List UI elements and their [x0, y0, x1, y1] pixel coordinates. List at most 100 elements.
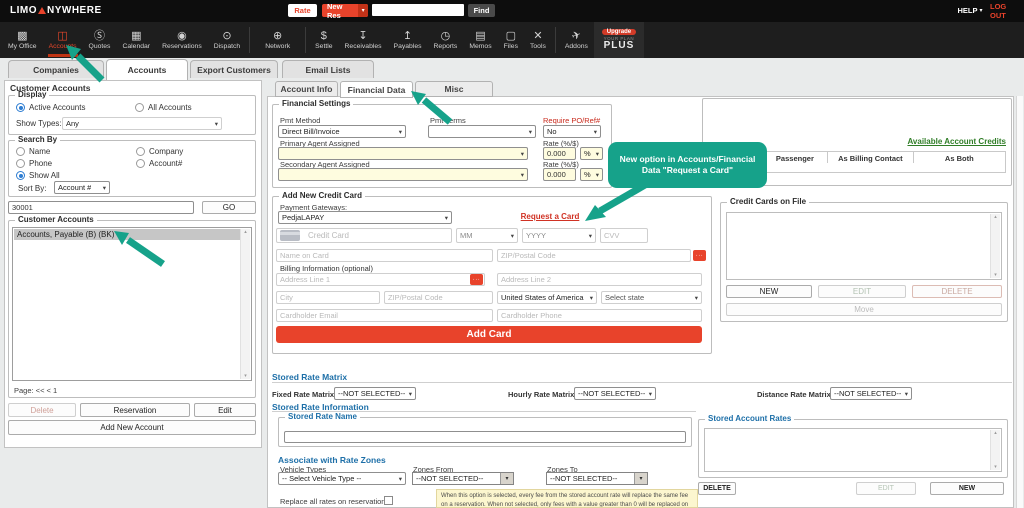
- help-menu[interactable]: HELP: [956, 4, 984, 17]
- pmt-method-select[interactable]: Direct Bill/Invoice: [278, 125, 406, 138]
- primary-rate-unit-select[interactable]: %: [580, 147, 603, 160]
- go-button[interactable]: GO: [202, 201, 256, 214]
- tab-companies[interactable]: Companies: [8, 60, 104, 78]
- scrollbar-down-icon[interactable]: ▾: [994, 464, 997, 470]
- nav-item-quotes[interactable]: ⓈQuotes: [83, 22, 117, 58]
- replace-rates-checkbox[interactable]: [384, 496, 393, 505]
- stored-rate-edit-button[interactable]: EDIT: [856, 482, 916, 495]
- accounts-list-scrollbar[interactable]: ▴▾: [240, 229, 250, 379]
- reservation-button[interactable]: Reservation: [80, 403, 190, 417]
- nav-item-calendar[interactable]: ▦Calendar: [116, 22, 156, 58]
- fixed-rate-matrix-select[interactable]: --NOT SELECTED--: [334, 387, 416, 400]
- logout-link[interactable]: LOG OUT: [990, 4, 1022, 17]
- nav-item-dispatch[interactable]: ⊙Dispatch: [208, 22, 246, 58]
- card-delete-button[interactable]: DELETE: [912, 285, 1002, 298]
- hourly-rate-matrix-select[interactable]: --NOT SELECTED--: [574, 387, 656, 400]
- nav-item-files[interactable]: ▢Files: [498, 22, 524, 58]
- cards-on-file-listbox[interactable]: ▴▾: [726, 212, 1002, 280]
- stored-rates-listbox[interactable]: ▴▾: [704, 428, 1002, 472]
- active-accounts-radio[interactable]: [16, 103, 25, 112]
- vehicle-type-select[interactable]: -- Select Vehicle Type --: [278, 472, 406, 485]
- account-search-input[interactable]: [8, 201, 194, 214]
- cvv-input[interactable]: [600, 228, 648, 243]
- payment-gateway-select[interactable]: PedjaLAPAY: [278, 211, 452, 224]
- tab-email-lists[interactable]: Email Lists: [282, 60, 374, 78]
- nav-item-reports[interactable]: ◷Reports: [428, 22, 464, 58]
- nav-item-tools[interactable]: ✕Tools: [524, 22, 552, 58]
- scrollbar-up-icon[interactable]: ▴: [994, 214, 997, 220]
- nav-item-addons[interactable]: ✈Addons: [559, 22, 594, 58]
- nav-item-receivables[interactable]: ↧Receivables: [339, 22, 388, 58]
- cards-list-scrollbar[interactable]: ▴▾: [990, 214, 1000, 278]
- find-button[interactable]: Find: [468, 4, 495, 17]
- zones-from-select[interactable]: --NOT SELECTED--: [412, 472, 514, 485]
- secondary-rate-input[interactable]: [543, 168, 576, 181]
- show-types-select[interactable]: Any: [62, 117, 222, 130]
- scrollbar-down-icon[interactable]: ▾: [244, 373, 247, 379]
- card-move-button[interactable]: Move: [726, 303, 1002, 316]
- search-company-radio[interactable]: [136, 147, 145, 156]
- require-po-select[interactable]: No: [543, 125, 601, 138]
- request-a-card-link[interactable]: Request a Card: [495, 212, 605, 221]
- stored-rate-new-button[interactable]: NEW: [930, 482, 1004, 495]
- billing-zip-input[interactable]: [384, 291, 493, 304]
- primary-rate-input[interactable]: [543, 147, 576, 160]
- pager[interactable]: Page: << < 1: [14, 386, 57, 395]
- expiry-year-select[interactable]: YYYY: [522, 228, 596, 243]
- new-res-button[interactable]: New Res: [322, 4, 368, 17]
- add-card-button[interactable]: Add Card: [276, 326, 702, 343]
- city-input[interactable]: [276, 291, 380, 304]
- zip-postal-input[interactable]: [497, 249, 691, 262]
- secondary-agent-select[interactable]: [278, 168, 528, 181]
- zones-to-select[interactable]: --NOT SELECTED--: [546, 472, 648, 485]
- scrollbar-up-icon[interactable]: ▴: [244, 229, 247, 235]
- card-edit-button[interactable]: EDIT: [818, 285, 906, 298]
- tab-misc[interactable]: Misc: [415, 81, 493, 97]
- distance-rate-matrix-select[interactable]: --NOT SELECTED--: [830, 387, 912, 400]
- tab-account-info[interactable]: Account Info: [275, 81, 338, 97]
- address-lookup-ellipsis-icon[interactable]: [470, 274, 483, 285]
- expiry-month-select[interactable]: MM: [456, 228, 518, 243]
- address-line-2-input[interactable]: [497, 273, 702, 286]
- delete-account-button[interactable]: Delete: [8, 403, 76, 417]
- all-accounts-radio[interactable]: [135, 103, 144, 112]
- nav-item-memos[interactable]: ▤Memos: [463, 22, 497, 58]
- sort-by-select[interactable]: Account #: [54, 181, 110, 194]
- tab-accounts[interactable]: Accounts: [106, 59, 188, 80]
- nav-item-accounts[interactable]: ◫Accounts: [43, 22, 83, 58]
- tab-financial-data[interactable]: Financial Data: [340, 81, 413, 98]
- search-phone-radio[interactable]: [16, 159, 25, 168]
- secondary-rate-unit-select[interactable]: %: [580, 168, 603, 181]
- stored-rate-name-input[interactable]: [284, 431, 686, 443]
- available-account-credits-link[interactable]: Available Account Credits: [806, 137, 1006, 146]
- zip-lookup-ellipsis-icon[interactable]: [693, 250, 706, 261]
- accounts-listbox[interactable]: Accounts, Payable (B) (BK) ▴▾: [12, 227, 252, 381]
- new-res-dropdown-icon[interactable]: [358, 4, 368, 17]
- nav-item-settle[interactable]: $Settle: [309, 22, 338, 58]
- upgrade-plan-block[interactable]: Upgrade YOUR PLAN PLUS: [594, 22, 644, 58]
- tab-export-customers[interactable]: Export Customers: [190, 60, 278, 78]
- rate-button[interactable]: Rate: [288, 4, 317, 17]
- search-name-radio[interactable]: [16, 147, 25, 156]
- card-new-button[interactable]: NEW: [726, 285, 812, 298]
- country-select[interactable]: United States of America: [497, 291, 597, 304]
- credit-card-number-field[interactable]: Credit Card: [276, 228, 452, 243]
- cardholder-phone-input[interactable]: [497, 309, 702, 322]
- stored-rate-delete-button[interactable]: DELETE: [698, 482, 736, 495]
- name-on-card-input[interactable]: [276, 249, 493, 262]
- edit-account-button[interactable]: Edit: [194, 403, 256, 417]
- primary-agent-select[interactable]: [278, 147, 528, 160]
- upgrade-badge[interactable]: Upgrade: [602, 29, 636, 35]
- cardholder-email-input[interactable]: [276, 309, 493, 322]
- add-new-account-button[interactable]: Add New Account: [8, 420, 256, 435]
- pmt-terms-select[interactable]: [428, 125, 536, 138]
- scrollbar-down-icon[interactable]: ▾: [994, 272, 997, 278]
- global-search-input[interactable]: [372, 4, 464, 16]
- stored-rates-scrollbar[interactable]: ▴▾: [990, 430, 1000, 470]
- state-select[interactable]: Select state: [601, 291, 702, 304]
- nav-item-my-office[interactable]: ▩My Office: [2, 22, 43, 58]
- page-scrollbar[interactable]: [1016, 96, 1023, 508]
- search-show-all-radio[interactable]: [16, 171, 25, 180]
- nav-item-payables[interactable]: ↥Payables: [388, 22, 428, 58]
- address-line-1-input[interactable]: [276, 273, 485, 286]
